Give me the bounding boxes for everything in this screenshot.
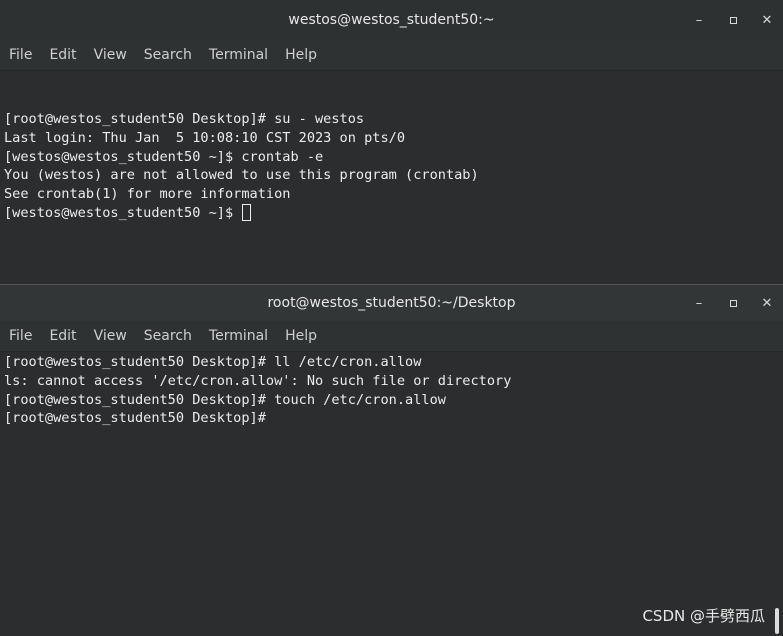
menu-bar: File Edit View Search Terminal Help: [0, 40, 783, 71]
menu-file[interactable]: File: [0, 328, 40, 344]
scrollbar-thumb[interactable]: [775, 608, 779, 634]
menu-search[interactable]: Search: [135, 328, 200, 344]
terminal-output[interactable]: [root@westos_student50 Desktop]# ll /etc…: [4, 353, 771, 429]
close-icon[interactable]: ✕: [759, 12, 775, 28]
menu-terminal[interactable]: Terminal: [200, 328, 276, 344]
window-title: westos@westos_student50:~: [288, 12, 495, 28]
maximize-icon[interactable]: [725, 295, 741, 311]
menu-help[interactable]: Help: [276, 47, 325, 63]
terminal-line: [root@westos_student50 Desktop]# touch /…: [4, 391, 446, 408]
terminal-window-westos[interactable]: westos@westos_student50:~ – ✕ File Edit …: [0, 0, 783, 284]
terminal-output[interactable]: [root@westos_student50 Desktop]# su - we…: [4, 110, 771, 223]
menu-terminal[interactable]: Terminal: [200, 47, 276, 63]
terminal-prompt: [westos@westos_student50 ~]$: [4, 204, 242, 221]
terminal-line: [westos@westos_student50 ~]$ crontab -e: [4, 148, 324, 165]
close-icon[interactable]: ✕: [759, 295, 775, 311]
terminal-line: See crontab(1) for more information: [4, 186, 291, 203]
terminal-window-root[interactable]: root@westos_student50:~/Desktop – ✕ File…: [0, 284, 783, 636]
menu-edit[interactable]: Edit: [40, 328, 84, 344]
window-controls: – ✕: [691, 285, 775, 321]
menu-view[interactable]: View: [85, 47, 135, 63]
terminal-line: [root@westos_student50 Desktop]# ll /etc…: [4, 354, 422, 370]
window-controls: – ✕: [691, 0, 775, 40]
title-bar[interactable]: westos@westos_student50:~ – ✕: [0, 0, 783, 40]
watermark: CSDN @手劈西瓜: [642, 607, 765, 625]
window-title: root@westos_student50:~/Desktop: [267, 295, 516, 311]
terminal-line: You (westos) are not allowed to use this…: [4, 167, 479, 184]
menu-view[interactable]: View: [85, 328, 135, 344]
terminal-line: Last login: Thu Jan 5 10:08:10 CST 2023 …: [4, 129, 406, 146]
menu-edit[interactable]: Edit: [40, 47, 84, 63]
terminal-prompt-line[interactable]: [westos@westos_student50 ~]$: [4, 203, 771, 223]
terminal-line: [root@westos_student50 Desktop]# su - we…: [4, 111, 365, 127]
menu-bar: File Edit View Search Terminal Help: [0, 321, 783, 352]
menu-help[interactable]: Help: [276, 328, 325, 344]
text-cursor: [242, 203, 252, 221]
title-bar[interactable]: root@westos_student50:~/Desktop – ✕: [0, 284, 783, 321]
menu-file[interactable]: File: [0, 47, 40, 63]
terminal-line: [root@westos_student50 Desktop]#: [4, 410, 275, 427]
minimize-icon[interactable]: –: [691, 295, 707, 311]
maximize-icon[interactable]: [725, 12, 741, 28]
menu-search[interactable]: Search: [135, 47, 200, 63]
terminal-line: ls: cannot access '/etc/cron.allow': No …: [4, 372, 512, 389]
minimize-icon[interactable]: –: [691, 12, 707, 28]
